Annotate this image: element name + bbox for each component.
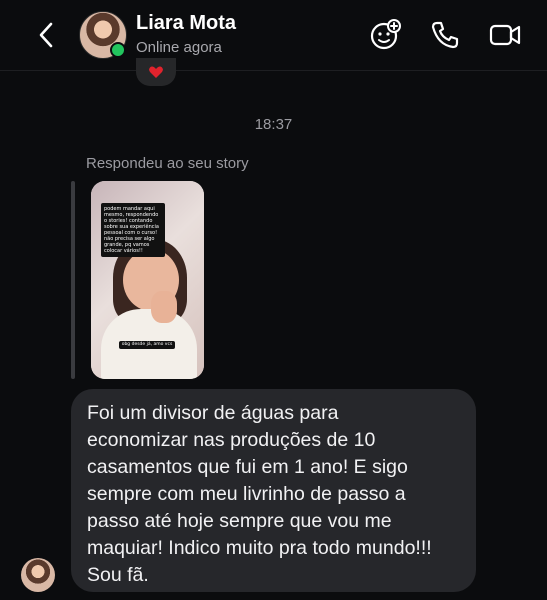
message-bubble[interactable]: Foi um divisor de águas para economizar … bbox=[71, 389, 476, 592]
message-line: Foi um divisor de águas para bbox=[87, 402, 339, 424]
video-camera-icon[interactable] bbox=[488, 18, 522, 52]
sender-avatar[interactable] bbox=[21, 558, 55, 592]
story-person-hand bbox=[151, 291, 177, 323]
message-line: casamentos que fui em 1 ano! E sigo bbox=[87, 456, 408, 478]
message-reaction[interactable] bbox=[136, 58, 176, 86]
story-caption-top: podem mandar aqui mesmo, respondendo o s… bbox=[101, 203, 165, 257]
chevron-left-icon[interactable] bbox=[34, 20, 58, 50]
story-reply-label: Respondeu ao seu story bbox=[86, 155, 249, 172]
heart-icon bbox=[149, 66, 163, 78]
message-line: economizar nas produções de 10 bbox=[87, 429, 376, 451]
message-timestamp: 18:37 bbox=[254, 116, 293, 133]
story-thumbnail[interactable]: podem mandar aqui mesmo, respondendo o s… bbox=[91, 181, 204, 379]
reply-indicator-bar bbox=[71, 181, 75, 379]
chat-header: Liara Mota Online agora bbox=[0, 0, 547, 71]
contact-status: Online agora bbox=[136, 39, 222, 56]
contact-avatar[interactable] bbox=[79, 11, 127, 59]
contact-name[interactable]: Liara Mota bbox=[136, 12, 236, 35]
story-caption-bottom: obg desde já, amo vcs bbox=[119, 341, 175, 349]
message-line: maquiar! Indico muito pra todo mundo!!! bbox=[87, 537, 432, 559]
message-line: passo até hoje sempre que vou me bbox=[87, 510, 392, 532]
add-sticker-icon[interactable] bbox=[368, 18, 402, 52]
phone-icon[interactable] bbox=[428, 18, 462, 52]
message-line: Sou fã. bbox=[87, 564, 149, 586]
message-line: sempre com meu livrinho de passo a bbox=[87, 483, 406, 505]
online-indicator bbox=[110, 42, 126, 58]
